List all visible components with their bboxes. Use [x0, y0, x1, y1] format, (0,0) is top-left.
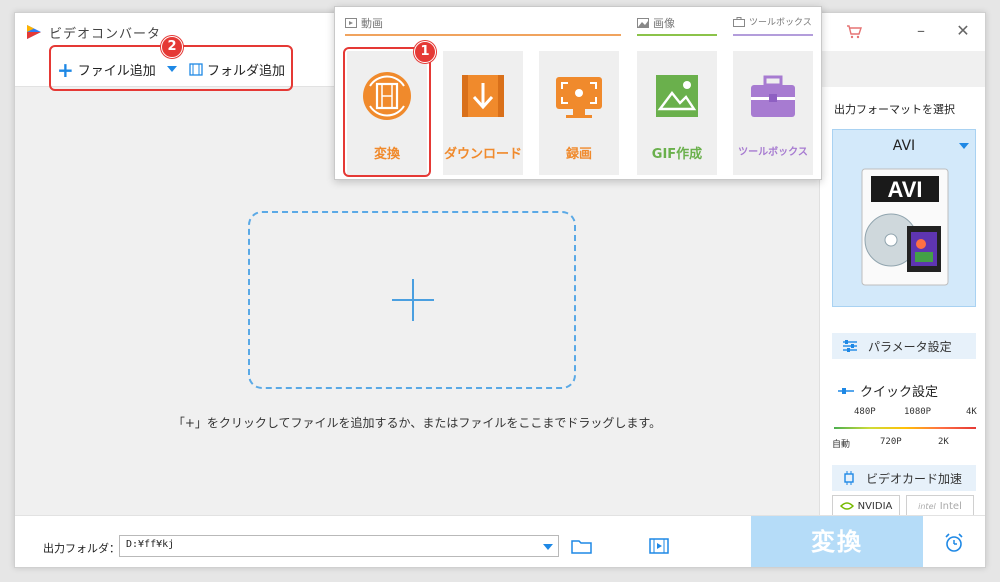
gpu-acceleration-button[interactable]: ビデオカード加速	[832, 465, 976, 491]
gpu-acceleration-label: ビデオカード加速	[866, 471, 963, 486]
output-format-title: 出力フォーマットを選択	[834, 103, 955, 116]
avi-badge-text: AVI	[887, 177, 922, 202]
quick-settings-header: クイック設定	[838, 381, 938, 400]
format-name: AVI	[892, 138, 916, 154]
download-icon	[462, 75, 504, 117]
video-category-icon	[345, 18, 357, 28]
image-category-icon	[637, 18, 649, 28]
chip-icon	[844, 471, 854, 485]
output-format-selector[interactable]: AVI AVI	[832, 129, 976, 307]
category-image-underline	[637, 34, 717, 36]
cart-icon[interactable]	[844, 21, 864, 41]
output-folder-dropdown-caret[interactable]	[543, 544, 553, 550]
category-image-label: 画像	[653, 17, 675, 30]
sliders-icon	[843, 340, 857, 352]
drop-hint: 「+」をクリックしてファイルを追加するか、またはファイルをここまでドラッグします…	[172, 416, 662, 430]
highlight-box-convert	[343, 47, 431, 177]
category-toolbox-underline	[733, 34, 813, 36]
quick-slider-icon	[838, 387, 854, 394]
tile-toolbox[interactable]: ツールボックス	[733, 51, 813, 175]
category-video-label: 動画	[361, 17, 383, 30]
nvidia-logo-icon	[839, 502, 854, 510]
output-folder-label: 出力フォルダ：	[43, 542, 120, 555]
toolbox-icon	[751, 75, 795, 117]
open-folder-icon[interactable]	[571, 538, 593, 554]
media-folder-icon[interactable]	[649, 538, 669, 554]
parameter-settings-button[interactable]: パラメータ設定	[832, 333, 976, 359]
right-panel: 出力フォーマットを選択 AVI AVI パラメータ設定 クイック設定 480P …	[819, 87, 985, 517]
quality-tick-2k: 2K	[938, 437, 949, 447]
convert-button[interactable]: 変換	[751, 516, 923, 567]
tile-record-label: 録画	[565, 147, 592, 162]
nvidia-toggle[interactable]: NVIDIA	[832, 495, 900, 517]
feature-menu: 動画 画像 ツールボックス 変換 ダウンロード 録画 GIF作成 ツールボックス	[334, 6, 822, 180]
step-badge-2: 2	[161, 36, 183, 58]
tile-toolbox-label: ツールボックス	[738, 147, 808, 158]
screen-record-icon	[556, 77, 602, 118]
step-badge-1: 1	[414, 41, 436, 63]
quality-slider[interactable]	[834, 427, 976, 429]
category-toolbox-label: ツールボックス	[749, 18, 812, 28]
quality-tick-auto: 自動	[832, 440, 851, 450]
tile-download-label: ダウンロード	[443, 147, 522, 162]
quality-tick-4k: 4K	[966, 407, 977, 417]
chevron-down-icon	[959, 143, 969, 149]
drop-zone[interactable]	[248, 211, 576, 389]
add-plus-icon-vertical	[412, 279, 414, 321]
app-title: ビデオコンバータ	[49, 27, 162, 42]
bottom-bar: 出力フォルダ： D:¥ff¥kj 変換	[15, 515, 985, 567]
tile-record[interactable]: 録画	[539, 51, 619, 175]
minimize-button[interactable]: –	[911, 21, 931, 41]
tile-gif[interactable]: GIF作成	[637, 51, 717, 175]
category-video-underline	[345, 34, 621, 36]
output-folder-field[interactable]: D:¥ff¥kj	[119, 535, 559, 557]
intel-logo-icon: intel	[918, 501, 936, 511]
quality-tick-720p: 720P	[880, 437, 902, 447]
image-icon	[656, 75, 698, 117]
tile-gif-label: GIF作成	[651, 147, 703, 162]
quality-tick-480p: 480P	[854, 407, 876, 417]
intel-label: Intel	[939, 500, 962, 512]
close-button[interactable]: ✕	[953, 21, 973, 41]
nvidia-label: NVIDIA	[857, 500, 893, 512]
app-logo	[27, 25, 41, 39]
avi-format-icon: AVI	[861, 168, 949, 286]
category-toolbox: ツールボックス	[733, 15, 812, 28]
quality-tick-1080p: 1080P	[904, 407, 932, 417]
parameter-settings-label: パラメータ設定	[868, 339, 952, 354]
alarm-clock-icon[interactable]	[943, 532, 965, 554]
tile-download[interactable]: ダウンロード	[443, 51, 523, 175]
category-video: 動画	[345, 15, 383, 31]
toolbox-category-icon	[733, 16, 745, 27]
category-image: 画像	[637, 15, 675, 31]
intel-toggle[interactable]: intel Intel	[906, 495, 974, 517]
quick-settings-label: クイック設定	[860, 385, 939, 400]
